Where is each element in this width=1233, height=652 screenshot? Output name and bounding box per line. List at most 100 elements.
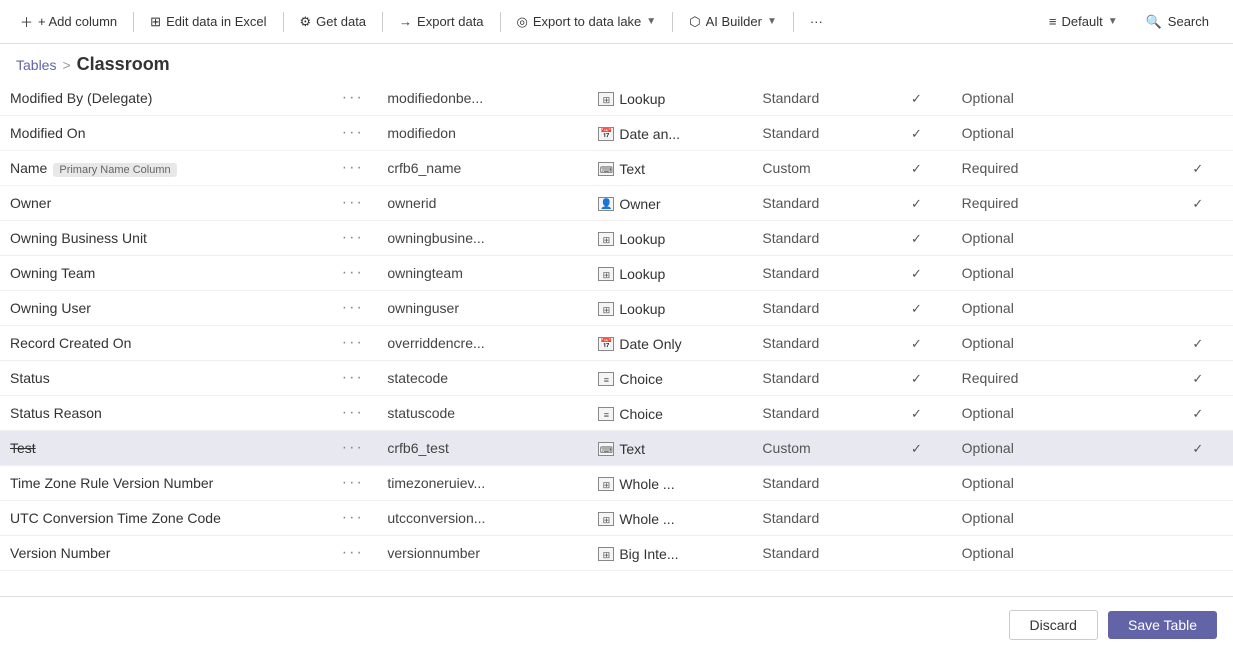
more-options-icon[interactable]: ··· bbox=[342, 124, 364, 141]
cell-type-category: Standard bbox=[752, 256, 881, 291]
edit-excel-button[interactable]: ⊞ Edit data in Excel bbox=[142, 10, 274, 34]
export-data-button[interactable]: → Export data bbox=[391, 10, 492, 33]
breadcrumb: Tables > Classroom bbox=[0, 44, 1233, 81]
table-row[interactable]: UTC Conversion Time Zone Code···utcconve… bbox=[0, 501, 1233, 536]
more-options-icon[interactable]: ··· bbox=[342, 474, 364, 491]
table-row[interactable]: Owner···ownerid👤OwnerStandard✓Required✓ bbox=[0, 186, 1233, 221]
more-options-icon[interactable]: ··· bbox=[342, 194, 364, 211]
table-row[interactable]: Modified On···modifiedon📅Date an...Stand… bbox=[0, 116, 1233, 151]
cell-more-options[interactable]: ··· bbox=[328, 361, 377, 396]
checkmark2-icon: ✓ bbox=[1192, 336, 1203, 351]
breadcrumb-tables-link[interactable]: Tables bbox=[16, 57, 56, 73]
type-label: Choice bbox=[619, 406, 663, 422]
cell-name: Modified By (Delegate) bbox=[0, 81, 328, 116]
save-table-button[interactable]: Save Table bbox=[1108, 611, 1217, 639]
type-box-icon: ⊞ bbox=[598, 232, 614, 246]
cell-type-category: Standard bbox=[752, 466, 881, 501]
cell-required: Optional bbox=[952, 536, 1163, 571]
cell-name: Owning User bbox=[0, 291, 328, 326]
type-label: Lookup bbox=[619, 301, 665, 317]
table-row[interactable]: Status Reason···statuscode≡ChoiceStandar… bbox=[0, 396, 1233, 431]
cell-more-options[interactable]: ··· bbox=[328, 291, 377, 326]
cell-check-searchable: ✓ bbox=[881, 81, 951, 116]
separator-2 bbox=[283, 12, 284, 32]
footer: Discard Save Table bbox=[0, 596, 1233, 652]
more-options-icon[interactable]: ··· bbox=[342, 264, 364, 281]
cell-more-options[interactable]: ··· bbox=[328, 431, 377, 466]
more-options-icon[interactable]: ··· bbox=[342, 159, 364, 176]
table-row[interactable]: Status···statecode≡ChoiceStandard✓Requir… bbox=[0, 361, 1233, 396]
cell-name: Status bbox=[0, 361, 328, 396]
cell-required: Required bbox=[952, 186, 1163, 221]
more-options-icon[interactable]: ··· bbox=[342, 369, 364, 386]
type-icon: ≡Choice bbox=[598, 406, 663, 422]
cell-more-options[interactable]: ··· bbox=[328, 221, 377, 256]
cell-type: ⊞Lookup bbox=[588, 81, 752, 116]
search-button[interactable]: 🔍 Search bbox=[1134, 10, 1221, 34]
checkmark2-icon: ✓ bbox=[1192, 161, 1203, 176]
table-row[interactable]: Owning Team···owningteam⊞LookupStandard✓… bbox=[0, 256, 1233, 291]
table-row[interactable]: Owning User···owninguser⊞LookupStandard✓… bbox=[0, 291, 1233, 326]
cell-more-options[interactable]: ··· bbox=[328, 151, 377, 186]
cell-check2 bbox=[1163, 536, 1233, 571]
more-options-icon[interactable]: ··· bbox=[342, 509, 364, 526]
type-icon: ⊞Whole ... bbox=[598, 511, 674, 527]
table-row[interactable]: Modified By (Delegate) ··· modifiedonbe...… bbox=[0, 81, 1233, 116]
checkmark-icon: ✓ bbox=[911, 336, 922, 351]
cell-required: Required bbox=[952, 361, 1163, 396]
cell-type: ⌨Text bbox=[588, 151, 752, 186]
more-options-icon[interactable]: ··· bbox=[342, 334, 364, 351]
excel-icon: ⊞ bbox=[150, 14, 161, 30]
add-column-button[interactable]: ＋ + Add column bbox=[12, 8, 125, 35]
table-container: Modified By (Delegate) ··· modifiedonbe...… bbox=[0, 81, 1233, 585]
more-options-icon[interactable]: ··· bbox=[342, 299, 364, 316]
cell-logical-name: versionnumber bbox=[377, 536, 588, 571]
cell-more-options[interactable]: ··· bbox=[328, 396, 377, 431]
cell-more-options[interactable]: ··· bbox=[328, 501, 377, 536]
cell-logical-name: crfb6_test bbox=[377, 431, 588, 466]
cell-name: Time Zone Rule Version Number bbox=[0, 466, 328, 501]
table-row[interactable]: Time Zone Rule Version Number···timezone… bbox=[0, 466, 1233, 501]
cell-check2: ✓ bbox=[1163, 396, 1233, 431]
default-button[interactable]: ≡ Default ▼ bbox=[1041, 10, 1126, 33]
checkmark-icon: ✓ bbox=[911, 161, 922, 176]
cell-more-options[interactable]: ··· bbox=[328, 326, 377, 361]
cell-more-options[interactable]: ··· bbox=[328, 466, 377, 501]
cell-type-category: Standard bbox=[752, 361, 881, 396]
cell-check2 bbox=[1163, 116, 1233, 151]
cell-more-options[interactable]: ··· bbox=[328, 536, 377, 571]
more-button[interactable]: ··· bbox=[802, 10, 831, 33]
more-options-icon[interactable]: ··· bbox=[342, 544, 364, 561]
discard-button[interactable]: Discard bbox=[1009, 610, 1098, 640]
cell-check2: ✓ bbox=[1163, 186, 1233, 221]
cell-check-searchable: ✓ bbox=[881, 431, 951, 466]
cell-type: 📅Date an... bbox=[588, 116, 752, 151]
cell-check2: ✓ bbox=[1163, 151, 1233, 186]
cell-more-options[interactable]: ··· bbox=[328, 81, 377, 116]
cell-more-options[interactable]: ··· bbox=[328, 186, 377, 221]
table-row[interactable]: NamePrimary Name Column···crfb6_name⌨Tex… bbox=[0, 151, 1233, 186]
more-options-icon[interactable]: ··· bbox=[342, 229, 364, 246]
table-row[interactable]: Owning Business Unit···owningbusine...⊞L… bbox=[0, 221, 1233, 256]
export-lake-button[interactable]: ◎ Export to data lake ▼ bbox=[509, 10, 665, 34]
ai-builder-button[interactable]: ⬡ AI Builder ▼ bbox=[681, 10, 785, 34]
table-row[interactable]: Record Created On···overriddencre...📅Dat… bbox=[0, 326, 1233, 361]
cell-check2 bbox=[1163, 291, 1233, 326]
cell-more-options[interactable]: ··· bbox=[328, 256, 377, 291]
cell-more-options[interactable]: ··· bbox=[328, 116, 377, 151]
cell-check-searchable: ✓ bbox=[881, 256, 951, 291]
more-options-icon[interactable]: ··· bbox=[342, 89, 364, 106]
table-row[interactable]: Test···crfb6_test⌨TextCustom✓Optional✓ bbox=[0, 431, 1233, 466]
more-options-icon[interactable]: ··· bbox=[342, 404, 364, 421]
type-label: Big Inte... bbox=[619, 546, 678, 562]
table-row[interactable]: Version Number···versionnumber⊞Big Inte.… bbox=[0, 536, 1233, 571]
type-icon: ⌨Text bbox=[598, 161, 645, 177]
more-options-icon[interactable]: ··· bbox=[342, 439, 364, 456]
cell-required: Optional bbox=[952, 466, 1163, 501]
cell-check2: ✓ bbox=[1163, 431, 1233, 466]
cell-required: Optional bbox=[952, 326, 1163, 361]
cell-logical-name: modifiedonbe... bbox=[377, 81, 588, 116]
type-label: Text bbox=[619, 441, 645, 457]
get-data-button[interactable]: ⚙ Get data bbox=[292, 10, 375, 34]
cell-name: Modified On bbox=[0, 116, 328, 151]
